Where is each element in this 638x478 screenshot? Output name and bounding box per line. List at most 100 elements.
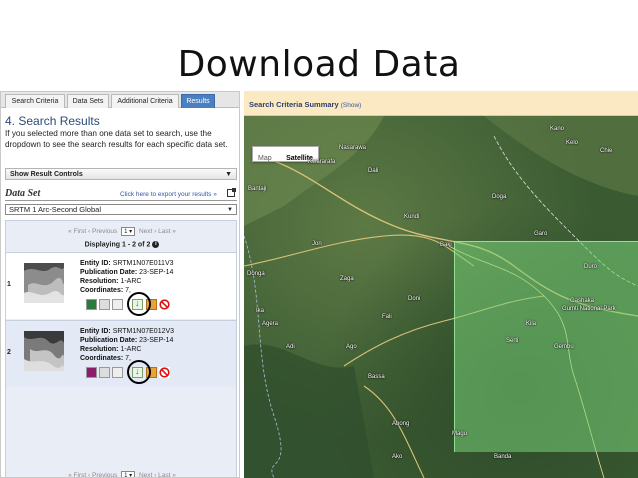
criteria-show-link[interactable]: (Show) — [341, 102, 362, 109]
pager-previous[interactable]: ‹ Previous — [88, 228, 117, 235]
map-place-label: Kelo — [566, 140, 579, 146]
result-row: 1 Entity ID: SRTM1N07E011V3 Publication … — [6, 252, 236, 319]
browse-thumbnail[interactable] — [24, 263, 64, 303]
map-place-label: Gashaka — [570, 298, 595, 304]
entity-id-label: Entity ID: — [80, 328, 111, 335]
footprint-icon[interactable] — [86, 299, 97, 310]
tab-search-criteria[interactable]: Search Criteria — [5, 94, 65, 108]
info-icon[interactable]: i — [152, 241, 160, 248]
map-place-label: Garo — [534, 231, 548, 237]
browse-overlay-icon[interactable] — [99, 299, 110, 310]
pager-bottom: « First ‹ Previous 1 ▾ Next › Last » — [6, 471, 238, 478]
show-result-controls-toggle[interactable]: Show Result Controls ▼ — [5, 168, 237, 180]
map-place-label: Kundi — [404, 214, 420, 220]
publication-date-label: Publication Date: — [80, 269, 138, 276]
dataset-label: Data Set — [5, 188, 41, 199]
pager-next[interactable]: Next › — [139, 472, 156, 477]
publication-date: 23-SEP-14 — [139, 337, 174, 344]
map-place-label: Chie — [600, 148, 613, 154]
map-panel: Search Criteria Summary (Show) Map Satel… — [244, 91, 638, 478]
entity-id-label: Entity ID: — [80, 260, 111, 267]
resolution-label: Resolution: — [80, 346, 119, 353]
slide-title: Download Data — [177, 44, 461, 85]
results-heading: 4. Search Results — [5, 114, 100, 128]
coordinates-label: Coordinates: — [80, 355, 124, 362]
chevron-down-icon: ▼ — [225, 171, 232, 178]
map-place-label: Bantaji — [248, 186, 267, 192]
map-place-label: Ako — [392, 454, 403, 460]
export-icon[interactable] — [227, 188, 236, 197]
map-place-label: Kwararafa — [308, 159, 336, 165]
entity-id: SRTM1N07E012V3 — [112, 328, 175, 335]
map-place-label: Duro — [584, 264, 598, 270]
pager-page-select[interactable]: 1 ▾ — [121, 227, 136, 236]
pager-last[interactable]: Last » — [158, 228, 176, 235]
publication-date-label: Publication Date: — [80, 337, 138, 344]
download-highlight-circle — [127, 292, 151, 316]
displaying-count: Displaying 1 - 2 of 2 i — [6, 241, 238, 248]
pager-last[interactable]: Last » — [158, 472, 176, 477]
coordinates-label: Coordinates: — [80, 287, 124, 294]
pager-next[interactable]: Next › — [139, 228, 156, 235]
map-place-label: Serti — [506, 338, 519, 344]
download-highlight-circle — [127, 360, 151, 384]
map-place-label: Banda — [494, 454, 512, 460]
row-number: 2 — [7, 349, 11, 356]
pager-page-select[interactable]: 1 ▾ — [121, 471, 136, 478]
tab-bar: Search Criteria Data Sets Additional Cri… — [1, 92, 239, 108]
pager-first[interactable]: « First — [68, 228, 86, 235]
map-place-label: Zaga — [340, 276, 354, 282]
dataset-divider — [5, 200, 237, 201]
search-area-overlay — [454, 241, 638, 452]
map-place-label: Magu — [452, 431, 468, 437]
map-place-label: Nasarawa — [339, 145, 367, 151]
criteria-summary-title: Search Criteria Summary (Show) — [249, 100, 361, 109]
coordinates: 7, — [125, 287, 131, 294]
entity-id: SRTM1N07E011V3 — [112, 260, 174, 267]
coordinates: 7, — [125, 355, 131, 362]
tab-additional-criteria[interactable]: Additional Criteria — [111, 94, 179, 108]
row-number: 1 — [7, 281, 11, 288]
map-place-label: Ika — [256, 308, 265, 314]
map-place-label: Baki — [440, 242, 452, 248]
tab-results[interactable]: Results — [181, 94, 215, 108]
browse-overlay-icon[interactable] — [99, 367, 110, 378]
pager-top: « First ‹ Previous 1 ▾ Next › Last » — [6, 227, 238, 236]
results-help-text: If you selected more than one data set t… — [5, 129, 228, 149]
result-metadata: Entity ID: SRTM1N07E012V3 Publication Da… — [80, 327, 174, 363]
footprint-icon[interactable] — [86, 367, 97, 378]
export-results-link[interactable]: Click here to export your results » — [120, 191, 217, 198]
dataset-select-value: SRTM 1 Arc-Second Global — [9, 205, 101, 214]
map-place-label: Dali — [368, 168, 379, 174]
results-panel: Search Criteria Data Sets Additional Cri… — [0, 91, 240, 478]
map-place-label: Adi — [286, 344, 295, 350]
dataset-select[interactable]: SRTM 1 Arc-Second Global ▼ — [5, 204, 237, 215]
map-place-label: Donga — [247, 271, 265, 277]
search-criteria-summary-bar: Search Criteria Summary (Show) — [244, 91, 638, 116]
map-type-map-button[interactable]: Map — [253, 152, 277, 166]
pager-page-value: 1 — [124, 229, 128, 235]
map-place-label: Gembu — [554, 344, 574, 350]
pager-page-value: 1 — [124, 473, 128, 478]
map-place-label: Kano — [550, 126, 565, 132]
map-place-label: Kila — [526, 321, 537, 327]
browse-thumbnail[interactable] — [24, 331, 64, 371]
pager-previous[interactable]: ‹ Previous — [88, 472, 117, 477]
satellite-map[interactable]: Map Satellite Kano Nasarawa Kwararafa Da… — [244, 116, 638, 478]
resolution: 1-ARC — [120, 346, 142, 353]
map-place-label: Ago — [346, 344, 357, 350]
metadata-icon[interactable] — [112, 367, 123, 378]
map-place-label: Doga — [492, 194, 507, 200]
exclude-icon[interactable] — [159, 367, 170, 378]
pager-first[interactable]: « First — [68, 472, 86, 477]
metadata-icon[interactable] — [112, 299, 123, 310]
result-row: 2 Entity ID: SRTM1N07E012V3 Publication … — [6, 320, 236, 387]
resolution-label: Resolution: — [80, 278, 119, 285]
results-list: « First ‹ Previous 1 ▾ Next › Last » Dis… — [5, 220, 238, 478]
map-place-label: Doni — [408, 296, 421, 302]
criteria-summary-label: Search Criteria Summary — [249, 100, 339, 109]
exclude-icon[interactable] — [159, 299, 170, 310]
result-metadata: Entity ID: SRTM1N07E011V3 Publication Da… — [80, 259, 174, 295]
tab-data-sets[interactable]: Data Sets — [67, 94, 109, 108]
resolution: 1-ARC — [120, 278, 142, 285]
